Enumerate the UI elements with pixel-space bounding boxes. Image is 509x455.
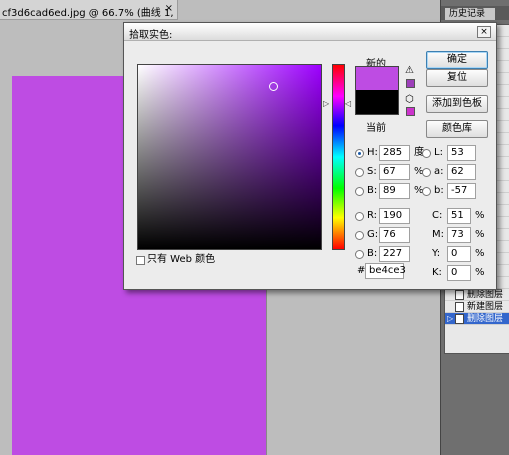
brightness-input[interactable]: 89	[379, 183, 410, 199]
blue-radio[interactable]	[355, 250, 364, 259]
saturation-input[interactable]: 67	[379, 164, 410, 180]
black-unit: %	[475, 267, 485, 278]
cyan-unit: %	[475, 210, 485, 221]
green-radio[interactable]	[355, 231, 364, 240]
lab-b-input[interactable]: -57	[447, 183, 476, 199]
history-document-icon	[455, 290, 464, 300]
hue-label: H:	[367, 147, 378, 158]
panel-empty-area	[441, 354, 509, 455]
reset-button[interactable]: 复位	[426, 69, 488, 87]
saturation-label: S:	[367, 166, 377, 177]
lab-l-input[interactable]: 53	[447, 145, 476, 161]
color-picker-marker[interactable]	[269, 82, 278, 91]
current-color-swatch[interactable]	[355, 90, 399, 115]
history-item[interactable]: 新建图层	[445, 301, 509, 313]
yellow-label: Y:	[432, 248, 441, 259]
dialog-title: 拾取实色:	[129, 30, 173, 41]
web-colors-only-label[interactable]: 只有 Web 颜色	[147, 253, 215, 267]
dialog-titlebar[interactable]: 拾取实色: ×	[124, 23, 496, 41]
black-input[interactable]: 0	[447, 265, 471, 281]
history-item[interactable]: ▷ 删除图层	[445, 313, 509, 325]
history-item-label: 删除图层	[467, 314, 504, 324]
red-input[interactable]: 190	[379, 208, 410, 224]
web-safe-cube-icon[interactable]: ⬡	[405, 95, 416, 106]
lab-l-radio[interactable]	[422, 149, 431, 158]
lab-a-input[interactable]: 62	[447, 164, 476, 180]
web-safe-swatch[interactable]	[406, 107, 415, 116]
color-libraries-button[interactable]: 颜色库	[426, 120, 488, 138]
history-state-arrow-icon: ▷	[447, 314, 454, 323]
history-item-label: 新建图层	[467, 302, 504, 312]
yellow-input[interactable]: 0	[447, 246, 471, 262]
saturation-brightness-field[interactable]	[137, 64, 322, 250]
cyan-label: C:	[432, 210, 443, 221]
history-item-label: 删除图层	[467, 290, 504, 300]
blue-input[interactable]: 227	[379, 246, 410, 262]
hue-slider-arrow-left-icon[interactable]: ▷	[323, 99, 329, 108]
gamut-warning-swatch[interactable]	[406, 79, 415, 88]
hue-slider-arrow-right-icon[interactable]: ◁	[345, 99, 351, 108]
lab-a-radio[interactable]	[422, 168, 431, 177]
saturation-radio[interactable]	[355, 168, 364, 177]
current-color-label: 当前	[366, 123, 386, 134]
dialog-close-button[interactable]: ×	[477, 26, 491, 38]
brightness-label: B:	[367, 185, 378, 196]
lab-b-radio[interactable]	[422, 187, 431, 196]
color-picker-dialog: 拾取实色: × ▷ ◁ 新的 当前 ⚠ ⬡ 确定 复位 添加到色板 颜色库 H:…	[123, 22, 497, 290]
web-colors-only-checkbox[interactable]	[136, 256, 145, 265]
new-color-swatch	[355, 66, 399, 90]
cyan-input[interactable]: 51	[447, 208, 471, 224]
magenta-unit: %	[475, 229, 485, 240]
magenta-input[interactable]: 73	[447, 227, 471, 243]
magenta-label: M:	[432, 229, 444, 240]
history-tab[interactable]: 历史记录	[445, 8, 495, 20]
document-tab[interactable]: cf3d6cad6ed.jpg @ 66.7% (曲线 1, Lab/8) * …	[0, 0, 178, 20]
lab-a-label: a:	[434, 166, 444, 177]
red-radio[interactable]	[355, 212, 364, 221]
lab-b-label: b:	[434, 185, 444, 196]
red-label: R:	[367, 210, 378, 221]
hue-slider[interactable]	[332, 64, 345, 250]
green-input[interactable]: 76	[379, 227, 410, 243]
yellow-unit: %	[475, 248, 485, 259]
ok-button[interactable]: 确定	[426, 51, 488, 69]
history-document-icon	[455, 314, 464, 324]
document-tab-title: cf3d6cad6ed.jpg @ 66.7% (曲线 1, Lab/8) *	[2, 8, 177, 19]
history-document-icon	[455, 302, 464, 312]
hex-input[interactable]: be4ce3	[365, 263, 406, 279]
gamut-warning-icon[interactable]: ⚠	[405, 66, 416, 76]
lab-l-label: L:	[434, 147, 443, 158]
hue-radio[interactable]	[355, 149, 364, 158]
hue-input[interactable]: 285	[379, 145, 410, 161]
blue-label: B:	[367, 248, 378, 259]
green-label: G:	[367, 229, 379, 240]
black-label: K:	[432, 267, 442, 278]
history-item[interactable]: 删除图层	[445, 289, 509, 301]
close-tab-icon[interactable]: ×	[165, 3, 173, 14]
add-to-swatches-button[interactable]: 添加到色板	[426, 95, 488, 113]
brightness-radio[interactable]	[355, 187, 364, 196]
